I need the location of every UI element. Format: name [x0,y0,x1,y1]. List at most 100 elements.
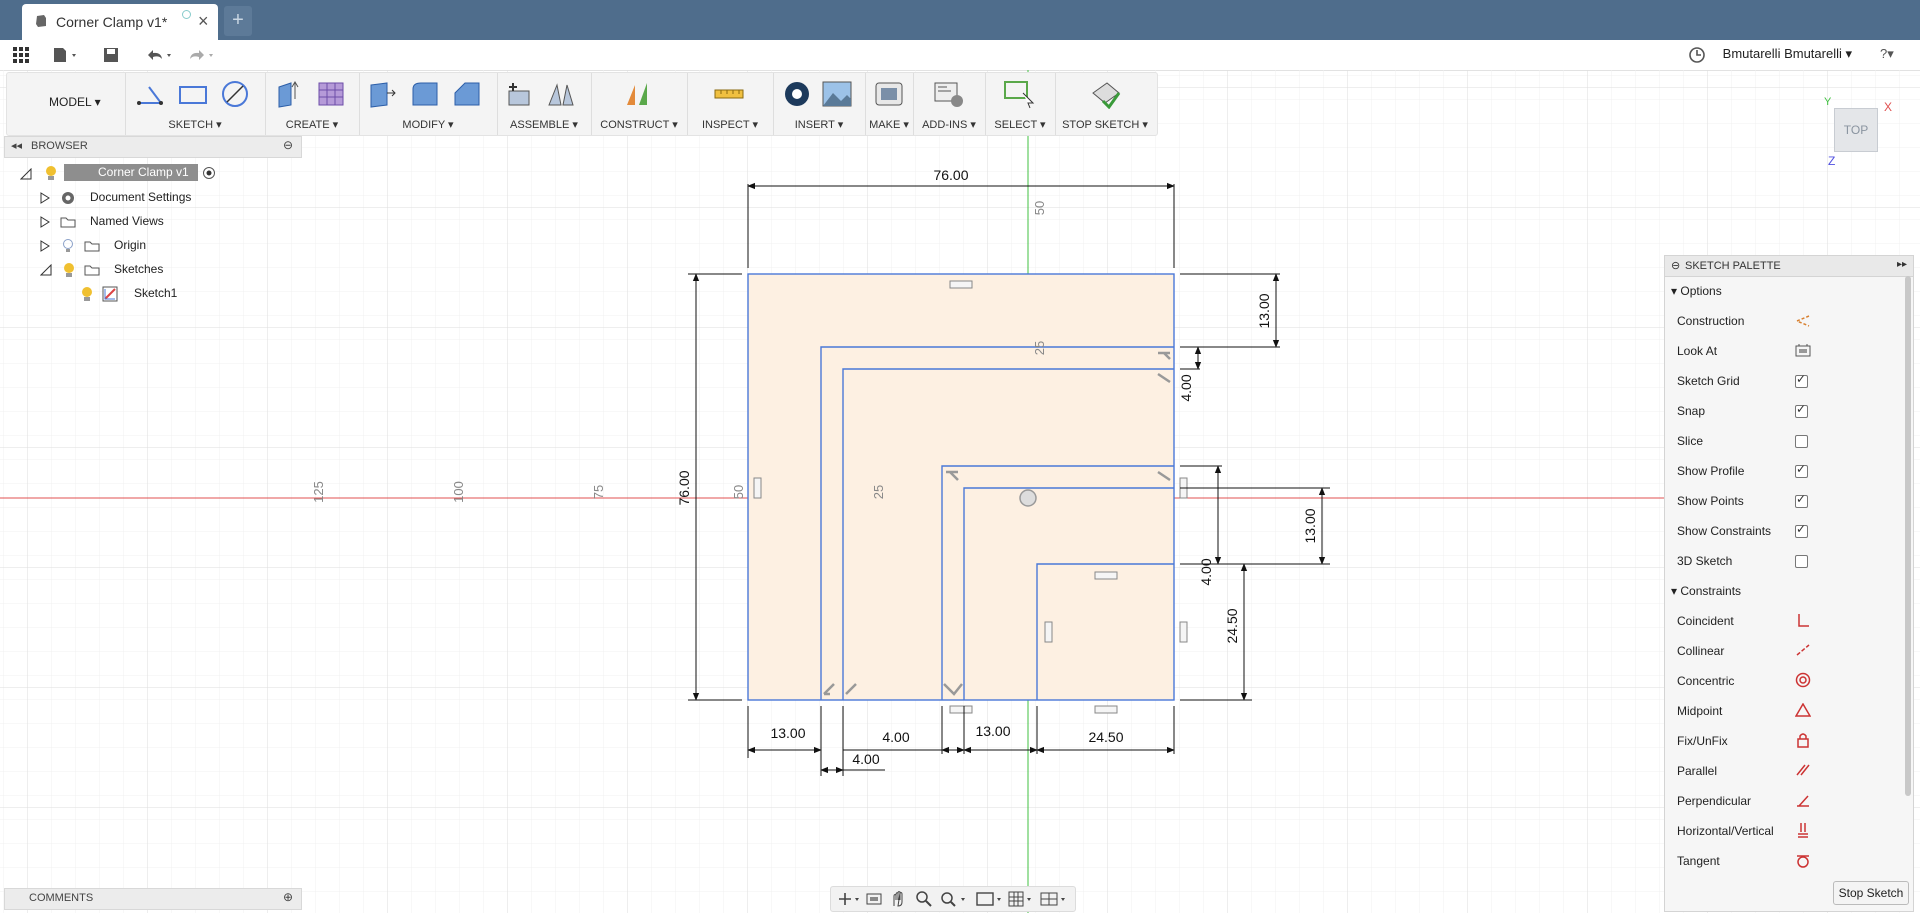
show-points-checkbox[interactable] [1795,492,1808,508]
dimension-width[interactable]: 76.00 [933,167,968,183]
snap-checkbox[interactable] [1795,402,1808,418]
browser-item-origin[interactable]: Origin [114,238,146,252]
grid-settings-icon[interactable] [1007,890,1037,908]
add-comment-icon[interactable]: ⊕ [283,890,293,904]
options-section-header[interactable]: ▾ Options [1671,284,1722,298]
chamfer-icon[interactable] [451,79,483,109]
display-settings-icon[interactable] [975,890,1005,908]
job-status-icon[interactable] [1688,45,1706,65]
constraint-perpendicular[interactable]: Perpendicular [1677,794,1751,808]
visibility-bulb-icon[interactable] [62,238,74,254]
pan-icon[interactable] [889,890,907,908]
sketch-palette-header[interactable]: ⊖ SKETCH PALETTE ▸▸ [1665,256,1913,277]
visibility-bulb-icon[interactable] [80,286,94,302]
browser-item-named-views[interactable]: Named Views [90,214,164,228]
dimension-top-offset[interactable]: 13.00 [1256,293,1272,328]
construction-icon[interactable] [1795,314,1811,328]
pattern-icon[interactable] [315,79,347,109]
midpoint-icon[interactable] [1795,703,1811,717]
toolbar-group-stop-sketch[interactable]: STOP SKETCH ▾ [1055,73,1155,135]
constraint-parallel[interactable]: Parallel [1677,764,1717,778]
toolbar-group-label[interactable]: MODIFY ▾ [359,118,497,131]
expand-arrow-icon[interactable] [40,216,50,228]
constraint-tangent[interactable]: Tangent [1677,854,1720,868]
collinear-icon[interactable] [1795,643,1811,657]
zoom-icon[interactable] [915,890,933,908]
select-icon[interactable] [1003,79,1035,109]
palette-pin-icon[interactable]: ⊖ [1671,259,1680,272]
toolbar-group-assemble[interactable]: ASSEMBLE ▾ [497,73,592,135]
fillet-icon[interactable] [409,79,441,109]
collapse-arrow-icon[interactable] [20,168,32,180]
toolbar-group-select[interactable]: SELECT ▾ [985,73,1056,135]
fit-icon[interactable] [939,890,969,908]
close-tab-icon[interactable]: × [198,11,209,32]
dimension-inner-offset[interactable]: 13.00 [975,723,1010,739]
browser-item-sketch1[interactable]: Sketch1 [134,286,177,300]
user-account-menu[interactable]: Bmutarelli Bmutarelli ▾ [1723,46,1852,62]
offset-plane-icon[interactable] [623,79,655,109]
rectangle-tool-icon[interactable] [177,79,209,109]
toolbar-group-label[interactable]: INSERT ▾ [773,118,865,131]
viewports-icon[interactable] [1039,890,1071,908]
circle-tool-icon[interactable] [219,79,251,109]
expand-arrow-icon[interactable] [40,240,50,252]
dimension-left-offset[interactable]: 13.00 [770,725,805,741]
toolbar-group-add-ins[interactable]: ADD-INS ▾ [913,73,986,135]
constraint-collinear[interactable]: Collinear [1677,644,1724,658]
toolbar-group-insert[interactable]: INSERT ▾ [773,73,866,135]
measure-icon[interactable] [713,79,745,109]
stop-sketch-icon[interactable] [1089,79,1121,109]
undo-icon[interactable] [144,45,174,65]
browser-item-sketches[interactable]: Sketches [114,262,163,276]
sketch-origin-point[interactable] [1019,489,1037,507]
perpendicular-icon[interactable] [1795,793,1811,807]
document-tab[interactable]: Corner Clamp v1* × [22,4,218,40]
concentric-icon[interactable] [1795,672,1811,688]
toolbar-group-label[interactable]: SKETCH ▾ [125,118,265,131]
browser-item-document-settings[interactable]: Document Settings [90,190,191,204]
constraint-horizontal-vertical[interactable]: Horizontal/Vertical [1677,824,1774,838]
redo-icon[interactable] [186,45,216,65]
toolbar-group-construct[interactable]: CONSTRUCT ▾ [591,73,688,135]
toolbar-group-label[interactable]: STOP SKETCH ▾ [1055,118,1155,131]
dimension-left-thickness[interactable]: 4.00 [852,751,879,767]
toolbar-group-label[interactable]: CONSTRUCT ▾ [591,118,687,131]
slice-checkbox[interactable] [1795,435,1808,448]
browser-root-item[interactable]: Corner Clamp v1 [64,164,198,181]
new-component-icon[interactable] [503,79,535,109]
visibility-bulb-icon[interactable] [62,262,76,278]
sketch-profile[interactable] [748,274,1174,700]
dimension-right-width[interactable]: 24.50 [1088,729,1123,745]
tangent-icon[interactable] [1795,852,1811,868]
constraint-coincident[interactable]: Coincident [1677,614,1734,628]
toolbar-group-create[interactable]: CREATE ▾ [265,73,360,135]
comments-panel-header[interactable]: COMMENTS ⊕ [4,888,302,910]
browser-panel-header[interactable]: ◂◂ BROWSER ⊖ [4,136,302,158]
coincident-icon[interactable] [1795,613,1811,627]
toolbar-group-label[interactable]: MAKE ▾ [865,118,913,131]
look-at-icon[interactable] [1795,343,1811,357]
dimension-inner-thickness[interactable]: 4.00 [882,729,909,745]
constraints-section-header[interactable]: ▾ Constraints [1671,584,1741,598]
dimension-bottom-height[interactable]: 24.50 [1224,608,1240,643]
lock-icon[interactable] [1795,732,1811,748]
sketch-grid-checkbox[interactable] [1795,372,1808,388]
help-menu[interactable]: ?▾ [1880,46,1894,66]
toolbar-group-inspect[interactable]: INSPECT ▾ [687,73,774,135]
orbit-icon[interactable] [837,891,861,907]
joint-icon[interactable] [545,79,577,109]
toolbar-group-modify[interactable]: MODIFY ▾ [359,73,498,135]
toolbar-group-label[interactable]: ADD-INS ▾ [913,118,985,131]
expand-arrow-icon[interactable] [40,192,50,204]
dimension-mid-thickness[interactable]: 4.00 [1198,558,1214,585]
toolbar-group-label[interactable]: CREATE ▾ [265,118,359,131]
visibility-bulb-icon[interactable] [44,165,58,181]
dimension-height[interactable]: 76.00 [676,470,692,505]
save-icon[interactable] [102,45,120,65]
palette-expand-icon[interactable]: ▸▸ [1897,259,1907,270]
app-grid-icon[interactable] [12,45,30,65]
browser-options-icon[interactable]: ⊖ [283,138,293,152]
viewcube[interactable]: TOP [1834,108,1878,152]
press-pull-icon[interactable] [367,79,399,109]
